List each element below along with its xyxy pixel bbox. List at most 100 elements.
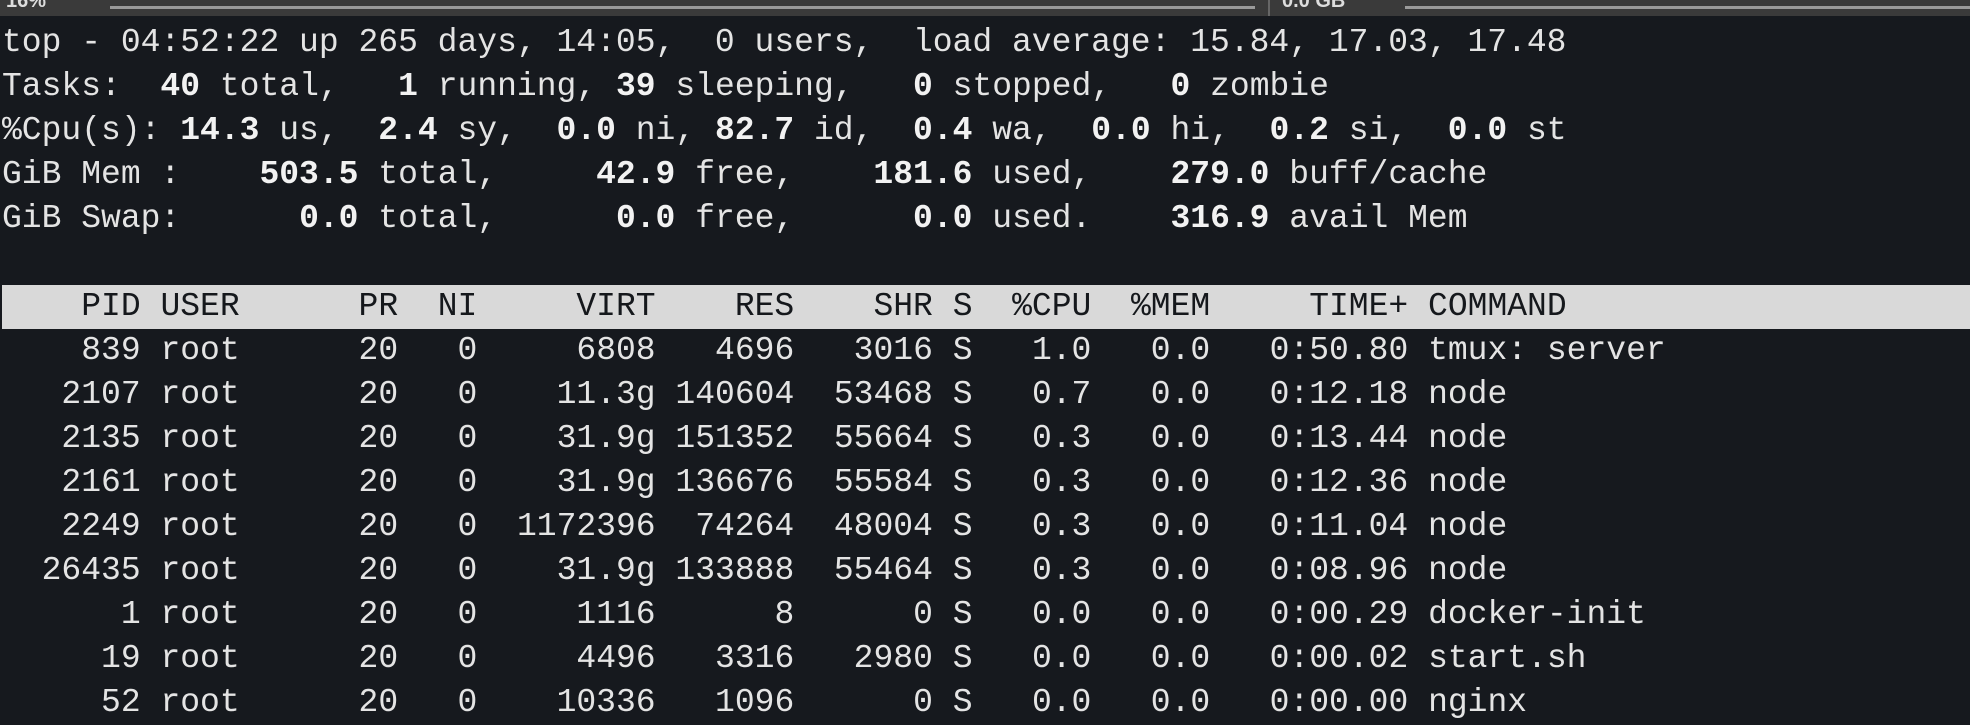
cell-shr: 0 (913, 684, 933, 721)
summary-value: 1 (398, 68, 418, 105)
summary-text: hi, (1150, 112, 1270, 149)
process-row: 2249 root 20 0 1172396 74264 48004 S 0.3… (2, 505, 1970, 549)
cell-user: root (160, 508, 240, 545)
summary-text: avail Mem (1269, 200, 1468, 237)
column-header-shr: SHR (873, 288, 933, 325)
cell-command: start.sh (1428, 640, 1587, 677)
cell-user: root (160, 552, 240, 589)
cell-user: root (160, 684, 240, 721)
summary-text: us, (259, 112, 379, 149)
cell-res: 140604 (675, 376, 795, 413)
cell-pr: 20 (358, 508, 399, 545)
summary-value: 0.4 (913, 112, 973, 149)
process-row: 839 root 20 0 6808 4696 3016 S 1.0 0.0 0… (2, 329, 1970, 373)
cell-pr: 20 (358, 332, 399, 369)
summary-value: 2.4 (378, 112, 438, 149)
cell-mem: 0.0 (1150, 376, 1211, 413)
cell-time: 0:50.80 (1269, 332, 1409, 369)
cell-pr: 20 (358, 640, 399, 677)
summary-value: 0.0 (299, 200, 359, 237)
cell-mem: 0.0 (1150, 684, 1211, 721)
cell-time: 0:00.02 (1269, 640, 1409, 677)
column-header-pr: PR (358, 288, 399, 325)
process-table-header: PID USER PR NI VIRT RES SHR S %CPU %MEM … (2, 285, 1970, 329)
terminal-top-output: top - 04:52:22 up 265 days, 14:05, 0 use… (2, 21, 1970, 725)
cell-pr: 20 (358, 552, 399, 589)
cell-pr: 20 (358, 420, 399, 457)
cell-res: 136676 (675, 464, 795, 501)
cell-state: S (952, 376, 973, 413)
cell-shr: 55464 (833, 552, 933, 589)
summary-value: 316.9 (1170, 200, 1270, 237)
summary-text: total, (200, 68, 399, 105)
cell-state: S (952, 552, 973, 589)
summary-value: 0.0 (1091, 112, 1151, 149)
cell-command: docker-init (1428, 596, 1646, 633)
column-header-virt: VIRT (576, 288, 656, 325)
cell-ni: 0 (457, 376, 478, 413)
process-row: 26435 root 20 0 31.9g 133888 55464 S 0.3… (2, 549, 1970, 593)
cell-command: node (1428, 420, 1508, 457)
cell-pr: 20 (358, 684, 399, 721)
cell-mem: 0.0 (1150, 552, 1211, 589)
cell-user: root (160, 640, 240, 677)
summary-text: zombie (1190, 68, 1329, 105)
cell-mem: 0.0 (1150, 640, 1211, 677)
cell-time: 0:08.96 (1269, 552, 1409, 589)
process-row: 2107 root 20 0 11.3g 140604 53468 S 0.7 … (2, 373, 1970, 417)
cell-shr: 2980 (853, 640, 933, 677)
cell-pid: 839 (81, 332, 141, 369)
cell-state: S (952, 464, 973, 501)
cell-pr: 20 (358, 376, 399, 413)
cell-state: S (952, 508, 973, 545)
summary-text: sy, (437, 112, 557, 149)
cell-mem: 0.0 (1150, 420, 1211, 457)
column-header-command: COMMAND (1428, 288, 1567, 325)
memory-usage-label: 0.0 GB (1282, 0, 1346, 12)
cell-command: node (1428, 376, 1508, 413)
cell-cpu: 0.3 (1031, 420, 1092, 457)
cell-virt: 1116 (576, 596, 656, 633)
tasks-line: Tasks: 40 total, 1 running, 39 sleeping,… (2, 65, 1970, 109)
cell-cpu: 0.0 (1031, 596, 1092, 633)
cell-res: 3316 (715, 640, 795, 677)
cell-cpu: 0.7 (1031, 376, 1092, 413)
process-row: 1 root 20 0 1116 8 0 S 0.0 0.0 0:00.29 d… (2, 593, 1970, 637)
column-header-cpu: %CPU (1012, 288, 1092, 325)
summary-text: ni, (615, 112, 715, 149)
cell-cpu: 0.3 (1031, 464, 1092, 501)
cell-virt: 31.9g (556, 464, 656, 501)
cell-res: 1096 (715, 684, 795, 721)
cell-cpu: 0.3 (1031, 508, 1092, 545)
summary-value: 0 (913, 68, 933, 105)
memory-graph (1405, 6, 1970, 9)
cell-pr: 20 (358, 596, 399, 633)
cell-shr: 55664 (833, 420, 933, 457)
column-header-time: TIME+ (1309, 288, 1409, 325)
summary-text: running, (417, 68, 616, 105)
cell-ni: 0 (457, 596, 478, 633)
cell-pid: 26435 (41, 552, 141, 589)
summary-value: 181.6 (873, 156, 973, 193)
cell-time: 0:13.44 (1269, 420, 1409, 457)
tmux-status-bar: 16% 0.0 GB (0, 0, 1970, 16)
summary-text: total, (358, 200, 616, 237)
cell-pid: 1 (120, 596, 141, 633)
cell-user: root (160, 464, 240, 501)
cell-mem: 0.0 (1150, 464, 1211, 501)
summary-value: 503.5 (259, 156, 359, 193)
cell-command: tmux: server (1428, 332, 1666, 369)
summary-text: used, (972, 156, 1171, 193)
cell-time: 0:12.18 (1269, 376, 1409, 413)
cell-ni: 0 (457, 332, 478, 369)
column-header-pid: PID (81, 288, 141, 325)
summary-value: 42.9 (596, 156, 676, 193)
cell-time: 0:11.04 (1269, 508, 1409, 545)
cell-shr: 0 (913, 596, 933, 633)
cell-res: 8 (774, 596, 795, 633)
cell-cpu: 0.0 (1031, 684, 1092, 721)
summary-text: Tasks: (2, 68, 141, 105)
process-row: 52 root 20 0 10336 1096 0 S 0.0 0.0 0:00… (2, 681, 1970, 725)
cell-pr: 20 (358, 464, 399, 501)
